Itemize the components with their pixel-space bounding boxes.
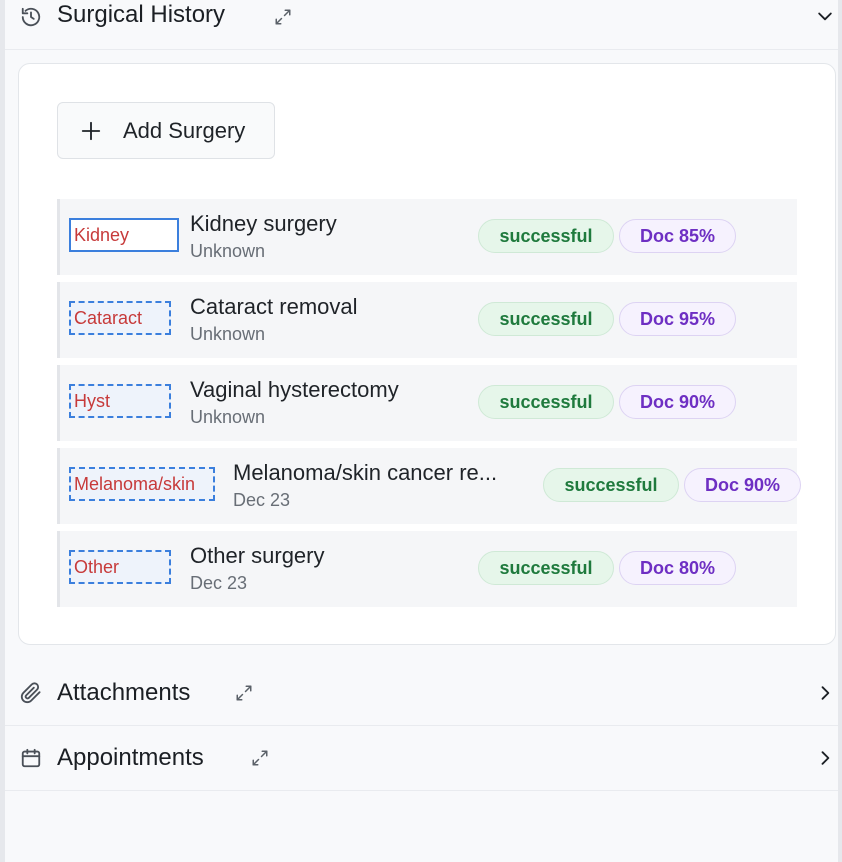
expand-icon[interactable] (234, 683, 254, 703)
surgery-row[interactable]: Other Other surgery Dec 23 successful Do… (57, 531, 797, 607)
status-badge: successful (478, 302, 614, 336)
section-title-attachments: Attachments (57, 679, 191, 706)
doc-confidence-badge: Doc 90% (619, 385, 736, 419)
doc-confidence-badge: Doc 85% (619, 219, 736, 253)
surgical-history-header[interactable]: Surgical History (5, 0, 838, 50)
right-rule (838, 0, 842, 862)
surgery-date: Dec 23 (190, 573, 248, 593)
surgery-title: Other surgery (190, 543, 325, 568)
chevron-down-icon[interactable] (814, 5, 836, 27)
add-surgery-button[interactable]: Add Surgery (57, 102, 275, 159)
surgery-date: Unknown (190, 407, 266, 427)
appointments-header[interactable]: Appointments (5, 726, 838, 791)
chevron-right-icon[interactable] (814, 682, 836, 704)
doc-confidence-badge: Doc 95% (619, 302, 736, 336)
surgery-row[interactable]: Melanoma/skin Melanoma/skin cancer re...… (57, 448, 801, 524)
chevron-right-icon[interactable] (814, 747, 836, 769)
doc-confidence-badge: Doc 80% (619, 551, 736, 585)
status-badge: successful (543, 468, 679, 502)
surgery-row[interactable]: Kidney Kidney surgery Unknown successful… (57, 199, 797, 275)
expand-icon[interactable] (273, 7, 293, 27)
paperclip-icon (19, 681, 43, 705)
surgery-tag[interactable]: Melanoma/skin (69, 467, 215, 501)
status-badge: successful (478, 385, 614, 419)
status-badge: successful (478, 219, 614, 253)
surgery-tag[interactable]: Cataract (69, 301, 171, 335)
surgery-date: Unknown (190, 241, 266, 261)
plus-icon (80, 120, 102, 142)
section-title-appointments: Appointments (57, 744, 204, 771)
surgical-history-card: Add Surgery Kidney Kidney surgery Unknow… (18, 63, 836, 645)
surgery-tag[interactable]: Hyst (69, 384, 171, 418)
surgery-tag[interactable]: Other (69, 550, 171, 584)
calendar-icon (19, 746, 43, 770)
attachments-header[interactable]: Attachments (5, 661, 838, 726)
section-title-surgical-history: Surgical History (57, 1, 226, 28)
surgery-title: Melanoma/skin cancer re... (233, 460, 498, 485)
history-icon (19, 5, 43, 29)
expand-icon[interactable] (250, 748, 270, 768)
surgery-date: Unknown (190, 324, 266, 344)
add-surgery-label: Add Surgery (123, 117, 246, 143)
surgery-date: Dec 23 (233, 490, 291, 510)
surgery-row[interactable]: Cataract Cataract removal Unknown succes… (57, 282, 797, 358)
surgery-title: Kidney surgery (190, 211, 337, 236)
surgery-title: Cataract removal (190, 294, 358, 319)
surgery-row[interactable]: Hyst Vaginal hysterectomy Unknown succes… (57, 365, 797, 441)
surgery-title: Vaginal hysterectomy (190, 377, 399, 402)
status-badge: successful (478, 551, 614, 585)
surgery-tag[interactable]: Kidney (69, 218, 179, 252)
doc-confidence-badge: Doc 90% (684, 468, 801, 502)
